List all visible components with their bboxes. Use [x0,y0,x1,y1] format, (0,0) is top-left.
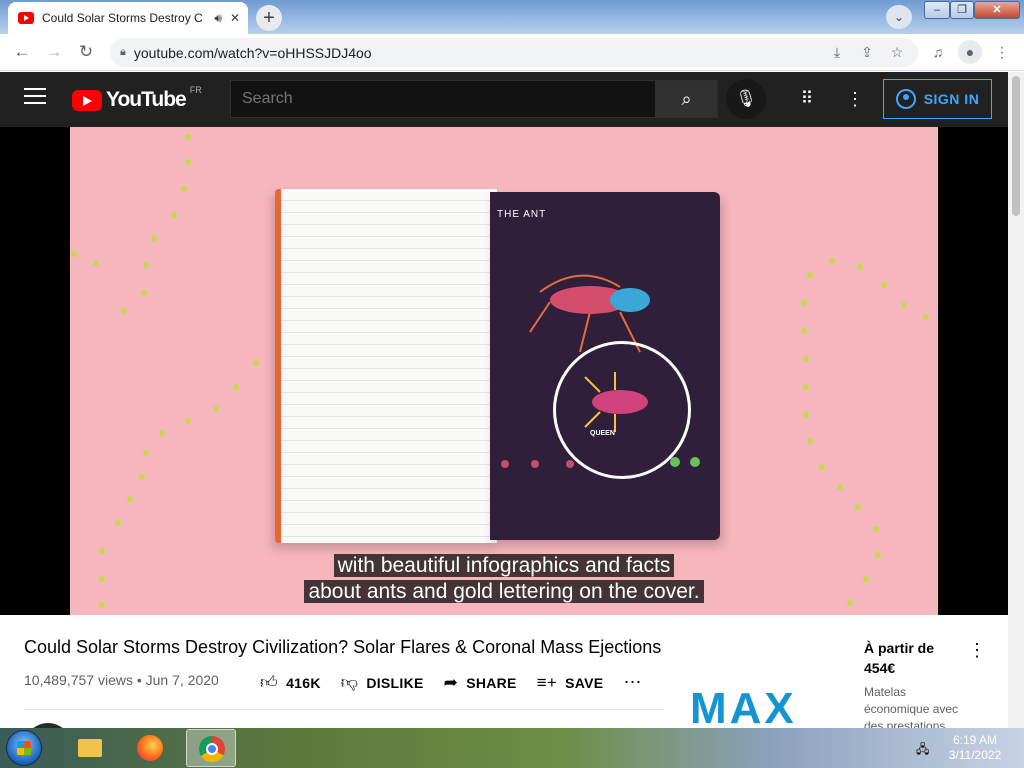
dislike-label: DISLIKE [366,674,424,691]
share-icon[interactable]: ⇪ [856,44,878,61]
start-button[interactable] [6,730,42,766]
window-restore-button[interactable]: ❐ [950,1,974,19]
browser-tab[interactable]: Could Solar Storms Destroy C 🔊︎ ✕ [8,2,248,34]
youtube-logo[interactable]: YouTube FR [72,85,202,112]
profile-avatar-icon[interactable]: ● [958,40,982,64]
windows-taskbar: 🖧︎ 6:19 AM 3/11/2022 [0,728,1024,768]
video-actions: 👍︎ 416K 👎︎ DISLIKE ➦ SHARE ≡+ SAVE ⋯ [260,672,641,693]
share-label: SHARE [466,674,517,691]
tab-search-icon[interactable]: ⌄ [886,5,912,29]
microphone-icon[interactable]: 🎙︎ [726,79,766,119]
tab-close-icon[interactable]: ✕ [230,11,240,25]
browser-tab-strip: Could Solar Storms Destroy C 🔊︎ ✕ + ⌄ – … [0,0,1024,34]
account-circle-icon [895,89,916,109]
video-title: Could Solar Storms Destroy Civilization?… [24,637,662,657]
reload-icon[interactable]: ↻ [74,40,98,64]
chrome-icon [199,736,225,762]
sign-in-label: SIGN IN [923,91,980,107]
queen-highlight-circle [553,341,691,479]
more-actions-icon[interactable]: ⋯ [623,672,641,693]
taskbar-firefox[interactable] [124,729,174,767]
save-button[interactable]: ≡+ SAVE [537,673,604,693]
scrollbar-thumb[interactable] [1012,76,1020,216]
youtube-play-logo-icon [72,89,102,111]
clock-time: 6:19 AM [952,733,998,747]
new-tab-button[interactable]: + [256,5,282,31]
ad-price-label: À partir de [864,640,935,656]
bookmark-star-icon[interactable]: ☆ [886,44,908,61]
search-button[interactable]: ⌕ [655,80,718,118]
infographic-heading: THE ANT [497,209,547,220]
hamburger-menu-icon[interactable] [24,88,46,110]
logo-text: YouTube [106,88,187,111]
url-text[interactable]: youtube.com/watch?v=oHHSSJDJ4oo [134,45,818,61]
video-frame[interactable]: THE ANT QUEEN [70,127,938,615]
network-icon[interactable]: 🖧︎ [916,740,929,761]
taskbar-explorer[interactable] [64,729,114,767]
chrome-menu-icon[interactable]: ⋮ [990,40,1014,64]
system-clock[interactable]: 6:19 AM 3/11/2022 [940,733,1010,763]
share-button[interactable]: ➦ SHARE [444,673,517,693]
search-icon: ⌕ [681,89,692,109]
thumbs-down-icon: 👎︎ [340,673,359,692]
window-close-button[interactable]: ✕ [974,1,1020,19]
dislike-button[interactable]: 👎︎ DISLIKE [341,672,424,693]
forward-arrow-icon[interactable]: → [42,40,66,64]
playlist-add-icon: ≡+ [536,672,558,692]
search-input[interactable] [230,80,656,118]
caption-line-2: about ants and gold lettering on the cov… [0,580,1008,604]
page-scrollbar[interactable] [1008,72,1024,728]
notebook-left-page [275,189,497,543]
youtube-header: YouTube FR ⌕ 🎙︎ ⠿ ⋮ SIGN IN [0,72,1008,127]
ad-logo[interactable]: MAX [690,689,797,728]
settings-more-icon[interactable]: ⋮ [844,88,866,110]
youtube-favicon-icon [18,12,34,24]
clock-date: 3/11/2022 [948,748,1002,762]
caption-line-1: with beautiful infographics and facts [0,554,1008,578]
ad-menu-icon[interactable]: ⋮ [968,640,986,661]
lock-icon: 🔒︎ [120,46,126,58]
install-app-icon[interactable]: ⤓ [826,44,848,61]
back-arrow-icon[interactable]: ← [10,40,34,64]
window-minimize-button[interactable]: – [924,1,950,19]
ad-description: Matelas économique avec des prestations [864,685,959,728]
folder-icon [78,739,102,757]
like-button[interactable]: 👍︎ 416K [260,672,321,693]
video-player[interactable]: THE ANT QUEEN [0,127,1008,615]
taskbar-chrome[interactable] [186,729,236,767]
save-label: SAVE [565,674,604,691]
browser-toolbar: ← → ↻ 🔒︎ youtube.com/watch?v=oHHSSJDJ4oo… [0,34,1024,71]
address-bar[interactable]: 🔒︎ youtube.com/watch?v=oHHSSJDJ4oo ⤓ ⇪ ☆ [110,38,918,67]
share-arrow-icon: ➦ [443,672,459,692]
speaker-icon[interactable]: 🔊︎ [214,11,222,26]
queen-label: QUEEN [590,430,615,437]
firefox-icon [137,735,163,761]
tab-title: Could Solar Storms Destroy C [42,11,203,25]
media-controls-icon[interactable]: ♫ [926,40,950,64]
apps-grid-icon[interactable]: ⠿ [796,88,818,110]
thumbs-up-icon: 👍︎ [260,673,279,692]
region-code: FR [189,85,202,95]
ad-price: 454€ [864,660,896,676]
divider [24,709,664,710]
like-count: 416K [286,674,321,691]
views-and-date: 10,489,757 views • Jun 7, 2020 [24,672,219,688]
sign-in-button[interactable]: SIGN IN [883,79,992,119]
